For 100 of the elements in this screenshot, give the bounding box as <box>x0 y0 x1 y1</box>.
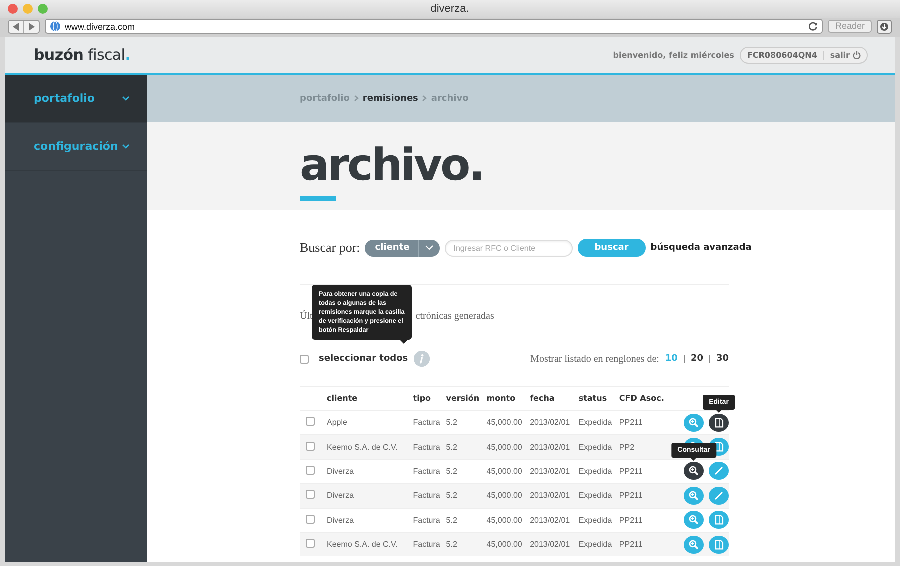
table-cell: Factura <box>413 491 440 500</box>
document-icon <box>714 540 724 550</box>
row-checkbox[interactable] <box>306 514 315 524</box>
advanced-search-link[interactable]: búsqueda avanzada <box>650 243 752 253</box>
table-cell: PP211 <box>619 516 643 525</box>
row-checkbox[interactable] <box>306 490 315 500</box>
page-title: archivo. <box>300 140 485 192</box>
download-icon[interactable] <box>877 20 892 34</box>
table-cell: Keemo S.A. de C.V. <box>327 442 398 452</box>
search-button[interactable]: buscar <box>578 239 646 257</box>
document-button[interactable] <box>709 414 729 432</box>
table-cell: 2013/02/01 <box>530 540 570 550</box>
column-header: CFD Asoc. <box>619 394 664 403</box>
chevron-right-icon <box>354 95 359 102</box>
breadcrumb-link[interactable]: remisiones <box>362 94 418 104</box>
search-label: Buscar por: <box>300 240 360 256</box>
table-cell: Factura <box>413 516 440 525</box>
zoom-in-icon <box>689 466 699 476</box>
table-cell: 45,000.00 <box>486 466 522 476</box>
page-size-option[interactable]: 30 <box>716 354 729 364</box>
column-header: fecha <box>530 394 555 403</box>
logo[interactable]: buzón fiscal. <box>34 46 131 64</box>
table-cell: Expedida <box>578 418 612 428</box>
document-icon <box>714 515 724 526</box>
power-icon <box>853 51 861 59</box>
zoom-button[interactable] <box>38 4 48 14</box>
back-forward-buttons[interactable] <box>8 20 40 34</box>
section-heading: Últ <box>300 310 313 322</box>
table-cell: Diverza <box>327 516 354 525</box>
column-header: status <box>578 394 608 403</box>
table-cell: Expedida <box>578 442 612 452</box>
table-cell: PP211 <box>619 540 643 550</box>
section-heading: ctrónicas generadas <box>416 310 494 322</box>
row-checkbox[interactable] <box>306 442 315 451</box>
greeting-text: bienvenido, feliz miércoles <box>613 50 734 60</box>
row-checkbox[interactable] <box>306 466 315 475</box>
filter-dropdown[interactable]: cliente <box>365 240 440 256</box>
zoom-in-icon <box>689 490 699 501</box>
table-cell: 45,000.00 <box>486 540 522 550</box>
globe-icon <box>50 21 61 32</box>
logout-button[interactable]: salir <box>824 50 867 60</box>
table-cell: Expedida <box>578 466 612 476</box>
table-cell: PP211 <box>619 466 643 476</box>
table-cell: 2013/02/01 <box>530 442 570 452</box>
table-cell: 5.2 <box>446 466 458 476</box>
table-cell: 5.2 <box>446 418 458 428</box>
reload-icon[interactable] <box>809 22 818 31</box>
row-checkbox[interactable] <box>306 417 315 426</box>
table-cell: Diverza <box>327 491 354 500</box>
select-all-checkbox[interactable] <box>300 354 309 364</box>
chevron-down-icon <box>122 96 130 101</box>
table-cell: Factura <box>413 466 440 476</box>
table-cell: 45,000.00 <box>486 491 522 500</box>
table-cell: 45,000.00 <box>486 442 522 452</box>
minimize-button[interactable] <box>23 4 33 14</box>
chevron-right-icon <box>422 95 428 102</box>
table-cell: Factura <box>413 442 440 452</box>
table-cell: Expedida <box>578 491 612 500</box>
reader-button[interactable]: Reader <box>828 20 872 33</box>
document-icon <box>714 418 724 428</box>
table-cell: Expedida <box>578 516 612 525</box>
page-size-option[interactable]: 10 <box>665 354 678 364</box>
row-checkbox[interactable] <box>306 539 315 548</box>
chevron-down-icon <box>122 144 130 149</box>
table-cell: 2013/02/01 <box>530 516 570 525</box>
edit-button[interactable] <box>709 486 729 505</box>
rfc-label: FCR080604QN4 <box>741 50 824 60</box>
sidebar-item[interactable]: portafolio <box>5 75 147 123</box>
zoom-in-icon <box>689 515 699 526</box>
table-cell: 2013/02/01 <box>530 491 570 500</box>
table-cell: 5.2 <box>446 491 458 500</box>
zoom-in-icon <box>689 540 699 550</box>
caret-icon <box>424 245 434 251</box>
pencil-icon <box>714 490 724 501</box>
page-size-label: Mostrar listado en renglones de: <box>530 354 660 364</box>
window-title: diverza. <box>430 3 470 15</box>
address-bar[interactable]: www.diverza.com <box>45 19 824 34</box>
view-button[interactable] <box>684 462 704 480</box>
table-cell: Factura <box>413 418 440 428</box>
info-icon[interactable] <box>414 351 430 367</box>
zoom-in-icon <box>689 418 699 428</box>
search-field[interactable]: Ingresar RFC o Cliente <box>444 240 573 256</box>
column-header: cliente <box>327 394 358 403</box>
title-underline <box>300 196 336 200</box>
table-cell: Apple <box>327 418 348 428</box>
table-cell: Expedida <box>578 540 612 550</box>
select-all-label: seleccionar todos <box>319 354 408 364</box>
table-cell: Diverza <box>327 466 354 476</box>
table-cell: 45,000.00 <box>486 516 522 525</box>
pencil-icon <box>714 466 724 476</box>
table-cell: 5.2 <box>446 516 458 525</box>
table-cell: PP2 <box>619 442 635 452</box>
column-header: versión <box>446 394 480 403</box>
table-cell: PP211 <box>619 491 643 500</box>
document-icon <box>714 442 724 452</box>
page-size-option[interactable]: 20 <box>690 354 704 364</box>
column-header: monto <box>486 394 516 403</box>
edit-button[interactable] <box>709 462 729 480</box>
close-button[interactable] <box>8 4 18 14</box>
table-cell: 45,000.00 <box>486 418 522 428</box>
